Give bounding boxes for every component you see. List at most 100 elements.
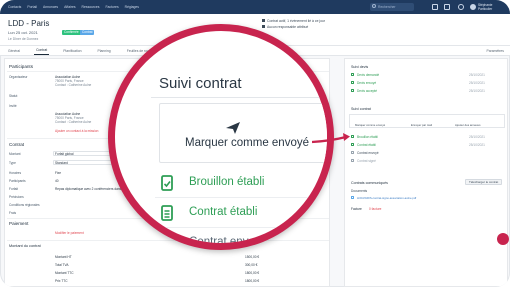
search-icon — [372, 4, 376, 8]
contract-date: 25/10/2021 — [469, 135, 485, 139]
inbox-icon[interactable] — [432, 4, 438, 10]
field-label: Participants — [9, 179, 26, 183]
zoom-lens: Suivi contrat Marquer comme envoyé Broui… — [108, 24, 334, 250]
chat-button[interactable] — [497, 233, 509, 245]
page-subtitle: Le Dîner de Donnez — [8, 37, 39, 41]
contract-title: Suivi contrat — [351, 107, 371, 111]
invite-label: Invité — [9, 104, 17, 108]
search-placeholder: Rechercher — [378, 5, 396, 9]
status-label: Statut — [9, 94, 18, 98]
check-icon — [351, 73, 354, 76]
mark-sent-button[interactable]: Marquer comme envoyé — [355, 123, 385, 127]
nav-item-factures[interactable]: Factures — [105, 5, 118, 9]
type-badge: Contrat — [80, 30, 95, 35]
mark-sent-card[interactable] — [159, 103, 327, 163]
field-value[interactable]: 40 — [55, 179, 59, 183]
pending-icon — [351, 159, 354, 162]
contract-item: Brouillon établi — [357, 135, 378, 139]
send-mail-button[interactable]: Envoyer par mail — [411, 123, 432, 127]
contract-item: Contrat établi — [357, 143, 376, 147]
field-value: Forfait global — [55, 152, 74, 156]
amount-label: Montant TTC — [55, 271, 74, 275]
bullet-icon — [262, 25, 265, 28]
contract-item: Contrat envoyé — [357, 151, 379, 155]
contract-file-link[interactable]: LDD-PARIS-contrat-signé-association-auln… — [357, 196, 416, 200]
section-amount: Montant du contrat — [9, 244, 41, 248]
check-icon — [351, 81, 354, 84]
field-label: Montant — [9, 152, 21, 156]
field-label: Horaires — [9, 171, 22, 175]
field-label: Conditions régionales — [9, 203, 40, 207]
price-label: Prix TTC — [55, 279, 68, 283]
pending-icon — [351, 151, 354, 154]
mark-sent-label[interactable]: Marquer comme envoyé — [185, 137, 309, 149]
facture-label: Facture — [351, 207, 362, 211]
document-check-icon — [161, 175, 173, 191]
lens-item-contract: Contrat établi — [189, 206, 258, 218]
add-contact-link[interactable]: Ajouter un contact à la mission — [55, 129, 98, 133]
amount-value: 1800,00 € — [245, 271, 260, 275]
help-icon[interactable] — [458, 4, 464, 10]
nav-item-contacts[interactable]: Contacts — [8, 5, 21, 9]
field-label: Précisions — [9, 195, 24, 199]
devis-date: 25/10/2021 — [469, 73, 485, 77]
nav-item-annonces[interactable]: Annonces — [43, 5, 58, 9]
client-contact: Contact : Catherine Aulne — [55, 120, 92, 124]
devis-date: 25/10/2021 — [469, 89, 485, 93]
section-payment: Paiement — [9, 221, 29, 226]
facture-value[interactable]: 0 facture — [369, 207, 381, 211]
tab-planning[interactable]: Planning — [96, 47, 113, 55]
user-menu[interactable]: Stéphanie Particulier — [478, 3, 492, 11]
devis-title: Suivi devis — [351, 65, 369, 69]
amount-value: 300,00 € — [245, 263, 258, 267]
add-annex-button[interactable]: Ajouter des annexes — [455, 123, 481, 127]
section-contract: Contrat — [9, 142, 25, 147]
settings-link[interactable]: Paramètres — [486, 49, 504, 53]
amount-label: Total TVA — [55, 263, 69, 267]
top-navigation: Contacts Portail Annonces Affaires Resso… — [0, 0, 510, 14]
calendar-icon[interactable] — [444, 4, 450, 10]
tab-contrat[interactable]: Contrat — [34, 46, 50, 55]
file-icon — [351, 196, 354, 199]
divider — [155, 227, 327, 228]
tab-general[interactable]: Général — [6, 47, 22, 55]
devis-item: Devis demandé — [357, 73, 380, 77]
pointer-arrow-icon — [312, 133, 350, 144]
nav-item-ressources[interactable]: Ressources — [82, 5, 100, 9]
amount-label: Montant HT — [55, 255, 72, 259]
nav-item-portail[interactable]: Portail — [27, 5, 37, 9]
devis-item: Devis accepté — [357, 89, 378, 93]
app-window: Contacts Portail Annonces Affaires Resso… — [0, 0, 510, 287]
user-role: Particulier — [478, 7, 493, 11]
bullet-icon — [262, 19, 265, 22]
header-note-text: Aucun responsable attribué — [267, 25, 309, 29]
divider — [155, 197, 327, 198]
lens-title: Suivi contrat — [159, 75, 242, 92]
amount-value: 1500,00 € — [245, 255, 260, 259]
tracking-panel: Suivi devis Devis demandé 25/10/2021 Dev… — [344, 58, 508, 287]
lens-item-draft: Brouillon établi — [189, 176, 265, 188]
download-contract-button[interactable]: Télécharger le contrat — [465, 179, 503, 185]
field-label: Frais — [9, 211, 17, 215]
avatar[interactable] — [470, 4, 476, 10]
header-note-owner: Aucun responsable attribué — [262, 25, 308, 29]
event-date: Lun 25 oct. 2021 — [8, 30, 38, 35]
check-icon — [351, 89, 354, 92]
devis-date: 25/10/2021 — [469, 81, 485, 85]
edit-payment-link[interactable]: Modifier le paiement — [55, 231, 84, 235]
send-icon — [226, 122, 240, 134]
nav-item-affaires[interactable]: Affaires — [64, 5, 75, 9]
section-participants: Participants — [9, 64, 34, 69]
contract-date: 25/10/2021 — [469, 143, 485, 147]
field-label: Forfait — [9, 187, 19, 191]
field-value[interactable]: Fixe — [55, 171, 61, 175]
organizer-label: Organisateur — [9, 75, 28, 79]
search-input[interactable]: Rechercher — [370, 3, 414, 11]
field-value: Standard — [55, 161, 68, 165]
contract-item: Contrat signé — [357, 159, 376, 163]
page-title: LDD - Paris — [8, 19, 50, 28]
organizer-contact: Contact : Catherine Aulne — [55, 83, 92, 87]
nav-item-reglages[interactable]: Réglages — [125, 5, 139, 9]
tab-planification[interactable]: Planification — [61, 47, 83, 55]
docs-subtitle: Documents — [351, 189, 368, 193]
